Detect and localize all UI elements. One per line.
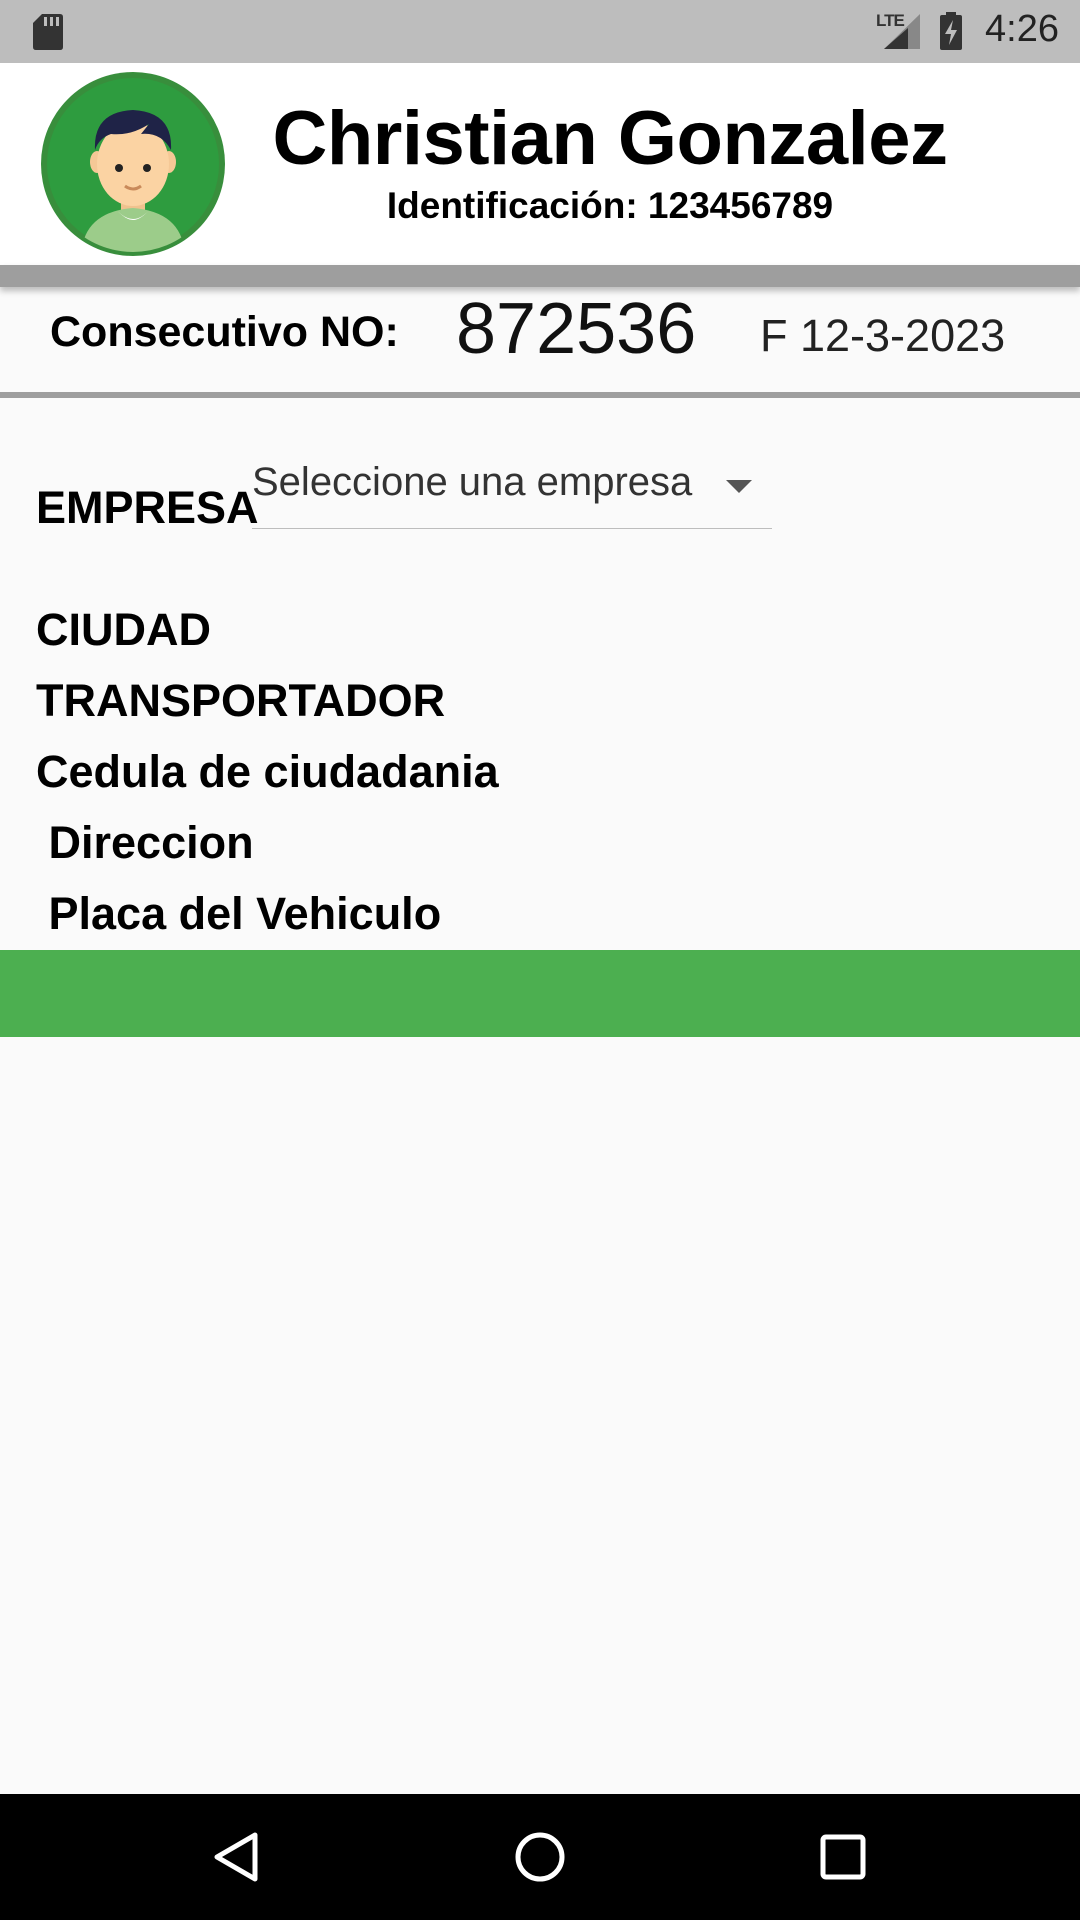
empresa-dropdown-value: Seleccione una empresa xyxy=(252,460,693,504)
consecutive-number: 872536 xyxy=(456,289,697,369)
user-avatar-icon[interactable] xyxy=(41,72,225,256)
transportador-label: TRANSPORTADOR xyxy=(36,675,446,726)
ciudad-label: CIUDAD xyxy=(36,604,211,655)
placa-label: Placa del Vehiculo xyxy=(36,888,442,939)
battery-charging-icon xyxy=(940,12,962,50)
clock: 4:26 xyxy=(985,8,1059,50)
header-divider xyxy=(0,265,1080,287)
user-identification: Identificación: 123456789 xyxy=(386,185,834,226)
consecutive-date: F 12-3-2023 xyxy=(760,310,1006,361)
empresa-dropdown[interactable]: Seleccione una empresa xyxy=(252,454,772,529)
home-icon[interactable] xyxy=(510,1827,570,1887)
consecutive-label: Consecutivo NO: xyxy=(50,308,399,356)
row-divider xyxy=(0,392,1080,398)
recents-icon[interactable] xyxy=(813,1827,873,1887)
chevron-down-icon xyxy=(726,480,752,493)
status-bar: LTE 4:26 xyxy=(0,0,1080,63)
user-name: Christian Gonzalez xyxy=(272,96,948,181)
navigation-bar xyxy=(0,1794,1080,1920)
sd-card-icon xyxy=(33,14,63,50)
green-action-bar[interactable] xyxy=(0,950,1080,1037)
cedula-label: Cedula de ciudadania xyxy=(36,746,499,797)
profile-header: Christian Gonzalez Identificación: 12345… xyxy=(0,63,1080,265)
direccion-label: Direccion xyxy=(36,817,254,868)
empresa-label: EMPRESA xyxy=(36,482,259,533)
back-icon[interactable] xyxy=(207,1827,267,1887)
signal-icon xyxy=(884,14,920,49)
